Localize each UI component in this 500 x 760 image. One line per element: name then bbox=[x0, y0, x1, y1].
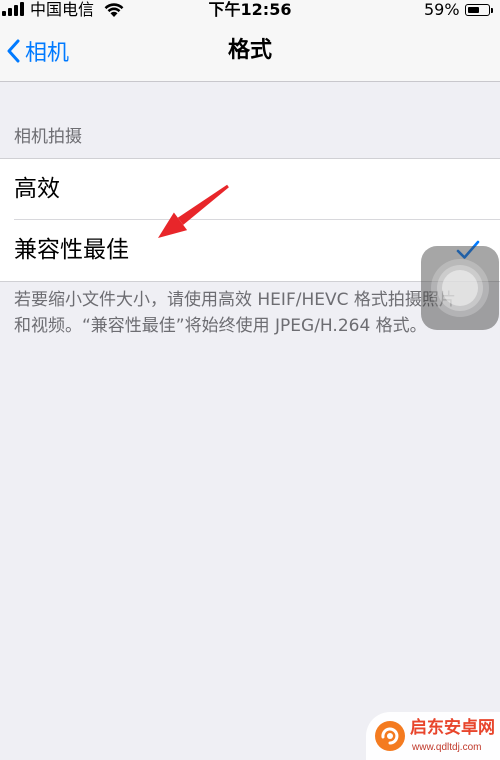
red-arrow-icon bbox=[158, 184, 229, 238]
page-title: 格式 bbox=[227, 38, 272, 63]
watermark-name: 启东安卓网 bbox=[410, 718, 495, 738]
battery-level-fill bbox=[467, 6, 479, 13]
assistive-touch-icon[interactable] bbox=[421, 246, 499, 330]
back-button[interactable]: 相机 bbox=[6, 34, 69, 68]
signal-bar bbox=[14, 5, 18, 16]
assistive-ring bbox=[442, 270, 478, 306]
wifi-icon bbox=[104, 3, 124, 17]
watermark: 启东安卓网 www.qdltdj.com bbox=[366, 712, 500, 760]
chevron-left-icon bbox=[7, 39, 20, 63]
option-high-efficiency[interactable]: 高效 bbox=[0, 159, 500, 220]
back-label: 相机 bbox=[25, 41, 70, 66]
status-bar: 中国电信 下午12:56 59% bbox=[0, 0, 500, 20]
battery-nub bbox=[491, 8, 493, 13]
battery-icon bbox=[465, 4, 490, 16]
footer-line: 若要缩小文件大小，请使用高效 HEIF/HEVC 格式拍摄照片 bbox=[14, 290, 456, 310]
watermark-url: www.qdltdj.com bbox=[412, 742, 482, 753]
navigation-bar: 相机 格式 bbox=[0, 20, 500, 82]
carrier-name: 中国电信 bbox=[30, 0, 95, 19]
section-footer: 若要缩小文件大小，请使用高效 HEIF/HEVC 格式拍摄照片 和视频。“兼容性… bbox=[14, 287, 490, 339]
watermark-logo-icon bbox=[375, 721, 405, 751]
option-label: 兼容性最佳 bbox=[14, 237, 129, 263]
footer-line: 和视频。“兼容性最佳”将始终使用 JPEG/H.264 格式。 bbox=[14, 316, 427, 336]
status-time: 下午12:56 bbox=[208, 0, 292, 19]
signal-icon bbox=[2, 2, 26, 16]
section-header: 相机拍摄 bbox=[14, 127, 82, 147]
signal-bar bbox=[8, 8, 12, 16]
battery-percent: 59% bbox=[424, 0, 460, 19]
signal-bar bbox=[20, 2, 24, 16]
signal-bar bbox=[2, 11, 6, 16]
option-label: 高效 bbox=[14, 176, 60, 202]
